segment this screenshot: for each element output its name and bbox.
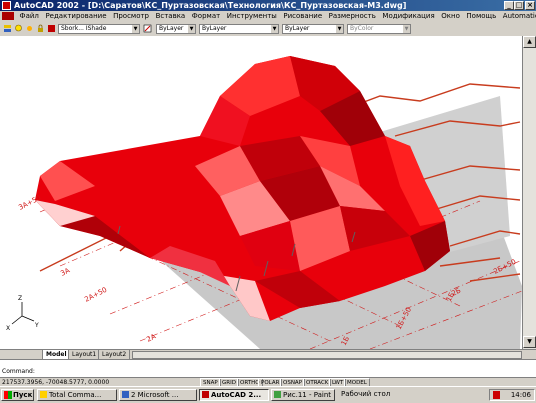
tray-app-icon[interactable] bbox=[493, 391, 500, 399]
menu-draw[interactable]: Рисование bbox=[281, 11, 324, 22]
minimize-button[interactable]: _ bbox=[504, 1, 514, 10]
clock[interactable]: 14:06 bbox=[511, 390, 531, 400]
plotstyle-combo[interactable]: ByColor ▼ bbox=[347, 24, 411, 34]
lineweight-combo[interactable]: ByLayer ▼ bbox=[282, 24, 344, 34]
menu-tools[interactable]: Инструменты bbox=[225, 11, 279, 22]
word-icon bbox=[122, 391, 129, 398]
color-combo[interactable]: ByLayer ▼ bbox=[156, 24, 196, 34]
command-prompt[interactable]: Command: bbox=[2, 368, 35, 375]
lineweight-combo-value: ByLayer bbox=[285, 25, 310, 32]
linetype-combo[interactable]: ByLayer ▼ bbox=[199, 24, 279, 34]
menu-window[interactable]: Окно bbox=[439, 11, 462, 22]
command-window[interactable]: Command: bbox=[0, 359, 536, 378]
scroll-up-button[interactable]: ▲ bbox=[523, 36, 536, 48]
menu-insert[interactable]: Вставка bbox=[154, 11, 188, 22]
ucs-y-label: Y bbox=[34, 322, 39, 329]
ucs-x-label: X bbox=[6, 325, 10, 332]
chevron-down-icon[interactable]: ▼ bbox=[188, 25, 195, 33]
color-combo-value: ByLayer bbox=[159, 25, 184, 32]
autocad-app-icon[interactable] bbox=[2, 1, 11, 10]
menu-bar: Файл Редактирование Просмотр Вставка Фор… bbox=[0, 11, 536, 22]
taskbar-desktop[interactable]: Рабочий стол bbox=[337, 389, 407, 401]
task-label: Рабочий стол bbox=[341, 390, 391, 398]
grid-label: 2А+50 bbox=[83, 286, 108, 304]
maximize-button[interactable]: □ bbox=[514, 1, 524, 10]
taskbar: Пуск Total Comma... 2 Microsoft ... Auto… bbox=[0, 386, 536, 403]
bulb-icon[interactable] bbox=[14, 24, 23, 33]
color-swatch-icon[interactable] bbox=[47, 24, 56, 33]
sun-icon[interactable] bbox=[25, 24, 34, 33]
chevron-down-icon[interactable]: ▼ bbox=[403, 25, 410, 33]
chevron-down-icon[interactable]: ▼ bbox=[336, 25, 343, 33]
task-label: 2 Microsoft ... bbox=[131, 391, 179, 399]
vertical-scrollbar[interactable]: ▲ ▼ bbox=[522, 36, 536, 349]
lock-icon[interactable] bbox=[36, 24, 45, 33]
scroll-down-button[interactable]: ▼ bbox=[523, 336, 536, 348]
autocad-icon bbox=[202, 391, 209, 398]
menu-edit[interactable]: Редактирование bbox=[43, 11, 108, 22]
document-icon[interactable] bbox=[2, 12, 14, 20]
roof-3d-model: 3А+50 3А 2А+50 2А 2Б 2Б+50 1Б 1Б+50 1Б Z… bbox=[6, 56, 522, 349]
grid-label: 3А bbox=[59, 266, 71, 277]
menu-file[interactable]: Файл bbox=[18, 11, 41, 22]
properties-toolbar: Sbork... IShade ▼ ByLayer ▼ ByLayer ▼ By… bbox=[0, 22, 536, 37]
linetype-combo-value: ByLayer bbox=[202, 25, 227, 32]
ucs-z-label: Z bbox=[18, 295, 22, 302]
window-title: AutoCAD 2002 - [D:\Саратов\КС_Пуртазовск… bbox=[14, 1, 407, 10]
task-label: AutoCAD 2... bbox=[211, 391, 262, 399]
taskbar-total-commander[interactable]: Total Comma... bbox=[37, 389, 117, 401]
chevron-down-icon[interactable]: ▼ bbox=[271, 25, 278, 33]
grid-label: 2А bbox=[145, 332, 157, 343]
ucs-icon: Z X Y bbox=[6, 295, 39, 332]
layer-combo[interactable]: Sbork... IShade ▼ bbox=[58, 24, 140, 34]
taskbar-microsoft[interactable]: 2 Microsoft ... bbox=[119, 389, 197, 401]
grid-label: 3А+50 bbox=[17, 194, 42, 212]
menu-view[interactable]: Просмотр bbox=[111, 11, 151, 22]
layers-icon[interactable] bbox=[3, 24, 12, 33]
folder-icon bbox=[40, 391, 47, 398]
taskbar-autocad[interactable]: AutoCAD 2... bbox=[199, 389, 269, 401]
menu-modify[interactable]: Модификация bbox=[380, 11, 436, 22]
menu-help[interactable]: Помощь bbox=[464, 11, 498, 22]
start-button[interactable]: Пуск bbox=[1, 389, 34, 401]
horizontal-scrollbar[interactable] bbox=[132, 351, 522, 359]
system-tray: 14:06 bbox=[489, 389, 535, 401]
menu-dimension[interactable]: Размерность bbox=[327, 11, 378, 22]
plotstyle-combo-value: ByColor bbox=[350, 25, 374, 32]
paint-icon bbox=[274, 391, 281, 398]
title-bar: AutoCAD 2002 - [D:\Саратов\КС_Пуртазовск… bbox=[0, 0, 536, 11]
menu-format[interactable]: Формат bbox=[190, 11, 222, 22]
task-label: Total Comma... bbox=[49, 391, 102, 399]
taskbar-paint[interactable]: Рис.11 - Paint bbox=[271, 389, 335, 401]
drawing-canvas[interactable]: 3А+50 3А 2А+50 2А 2Б 2Б+50 1Б 1Б+50 1Б Z… bbox=[0, 36, 522, 349]
layer-combo-value: Sbork... IShade bbox=[61, 25, 107, 32]
make-current-icon[interactable] bbox=[143, 24, 152, 33]
menu-automaticcs[interactable]: AutomaticCS bbox=[501, 11, 536, 22]
start-label: Пуск bbox=[13, 391, 33, 399]
close-button[interactable]: × bbox=[525, 1, 535, 10]
chevron-down-icon[interactable]: ▼ bbox=[132, 25, 139, 33]
windows-logo-icon bbox=[4, 391, 12, 399]
task-label: Рис.11 - Paint bbox=[283, 391, 332, 399]
